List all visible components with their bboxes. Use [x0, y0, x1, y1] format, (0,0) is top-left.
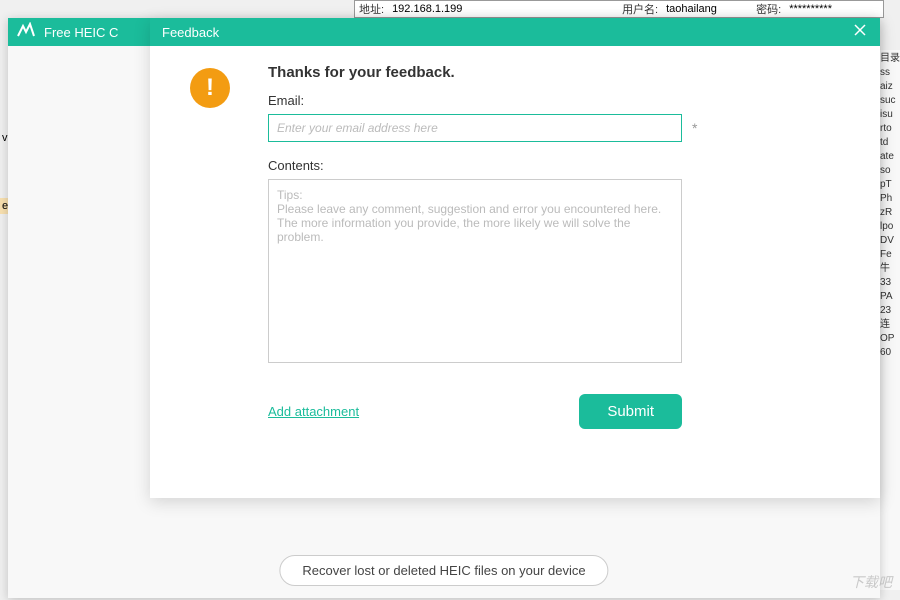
bg-right-item: rto — [880, 122, 898, 136]
bg-right-item: Ph — [880, 192, 898, 206]
modal-close-button[interactable] — [852, 22, 868, 43]
bg-right-item: 60 — [880, 346, 898, 360]
bg-right-item: ss — [880, 66, 898, 80]
modal-header: Feedback — [150, 18, 880, 46]
recover-files-button[interactable]: Recover lost or deleted HEIC files on yo… — [279, 555, 608, 586]
email-input[interactable] — [268, 114, 682, 142]
contents-textarea[interactable] — [268, 179, 682, 363]
bg-right-item: lpo — [880, 220, 898, 234]
bg-right-item: 目录 — [880, 52, 898, 66]
bg-right-item: pT — [880, 178, 898, 192]
bg-right-item: suc — [880, 94, 898, 108]
addr-value: 192.168.1.199 — [388, 3, 498, 15]
add-attachment-link[interactable]: Add attachment — [268, 404, 359, 419]
background-address-bar: 地址: 192.168.1.199 用户名: taohailang 密码: **… — [354, 0, 884, 18]
addr-label: 地址: — [355, 1, 388, 17]
required-asterisk: * — [692, 120, 697, 136]
bg-right-item: PA — [880, 290, 898, 304]
bg-right-item: zR — [880, 206, 898, 220]
modal-title: Feedback — [162, 25, 219, 40]
app-logo-icon — [16, 22, 36, 43]
pwd-value: ********** — [785, 3, 836, 15]
exclamation-icon: ! — [190, 68, 230, 108]
feedback-modal: Feedback ! Thanks for your feedback. Ema… — [150, 18, 880, 498]
user-label: 用户名: — [618, 1, 662, 17]
feedback-heading: Thanks for your feedback. — [268, 64, 840, 81]
bg-right-item: 牛 — [880, 262, 898, 276]
bg-right-strip: 目录ssaizsucisurtotdatesopTPhzRlpoDVFe牛33P… — [878, 50, 900, 590]
email-label: Email: — [268, 93, 840, 108]
bg-right-item: Fe — [880, 248, 898, 262]
contents-label: Contents: — [268, 158, 840, 173]
icon-column: ! — [190, 64, 238, 429]
bg-right-item: aiz — [880, 80, 898, 94]
app-title: Free HEIC C — [44, 25, 118, 40]
bg-right-item: 23 — [880, 304, 898, 318]
submit-button[interactable]: Submit — [579, 394, 682, 429]
bg-right-item: 连 — [880, 318, 898, 332]
watermark: 下载吧 — [850, 572, 892, 592]
user-value: taohailang — [662, 3, 742, 15]
bg-right-item: 33 — [880, 276, 898, 290]
bg-right-item: isu — [880, 108, 898, 122]
bg-right-item: DV — [880, 234, 898, 248]
bg-right-item: OP — [880, 332, 898, 346]
bg-right-item: td — [880, 136, 898, 150]
form-column: Thanks for your feedback. Email: * Conte… — [238, 64, 840, 429]
bg-right-item: ate — [880, 150, 898, 164]
modal-body: ! Thanks for your feedback. Email: * Con… — [150, 46, 880, 447]
bg-right-item: so — [880, 164, 898, 178]
pwd-label: 密码: — [752, 1, 785, 17]
